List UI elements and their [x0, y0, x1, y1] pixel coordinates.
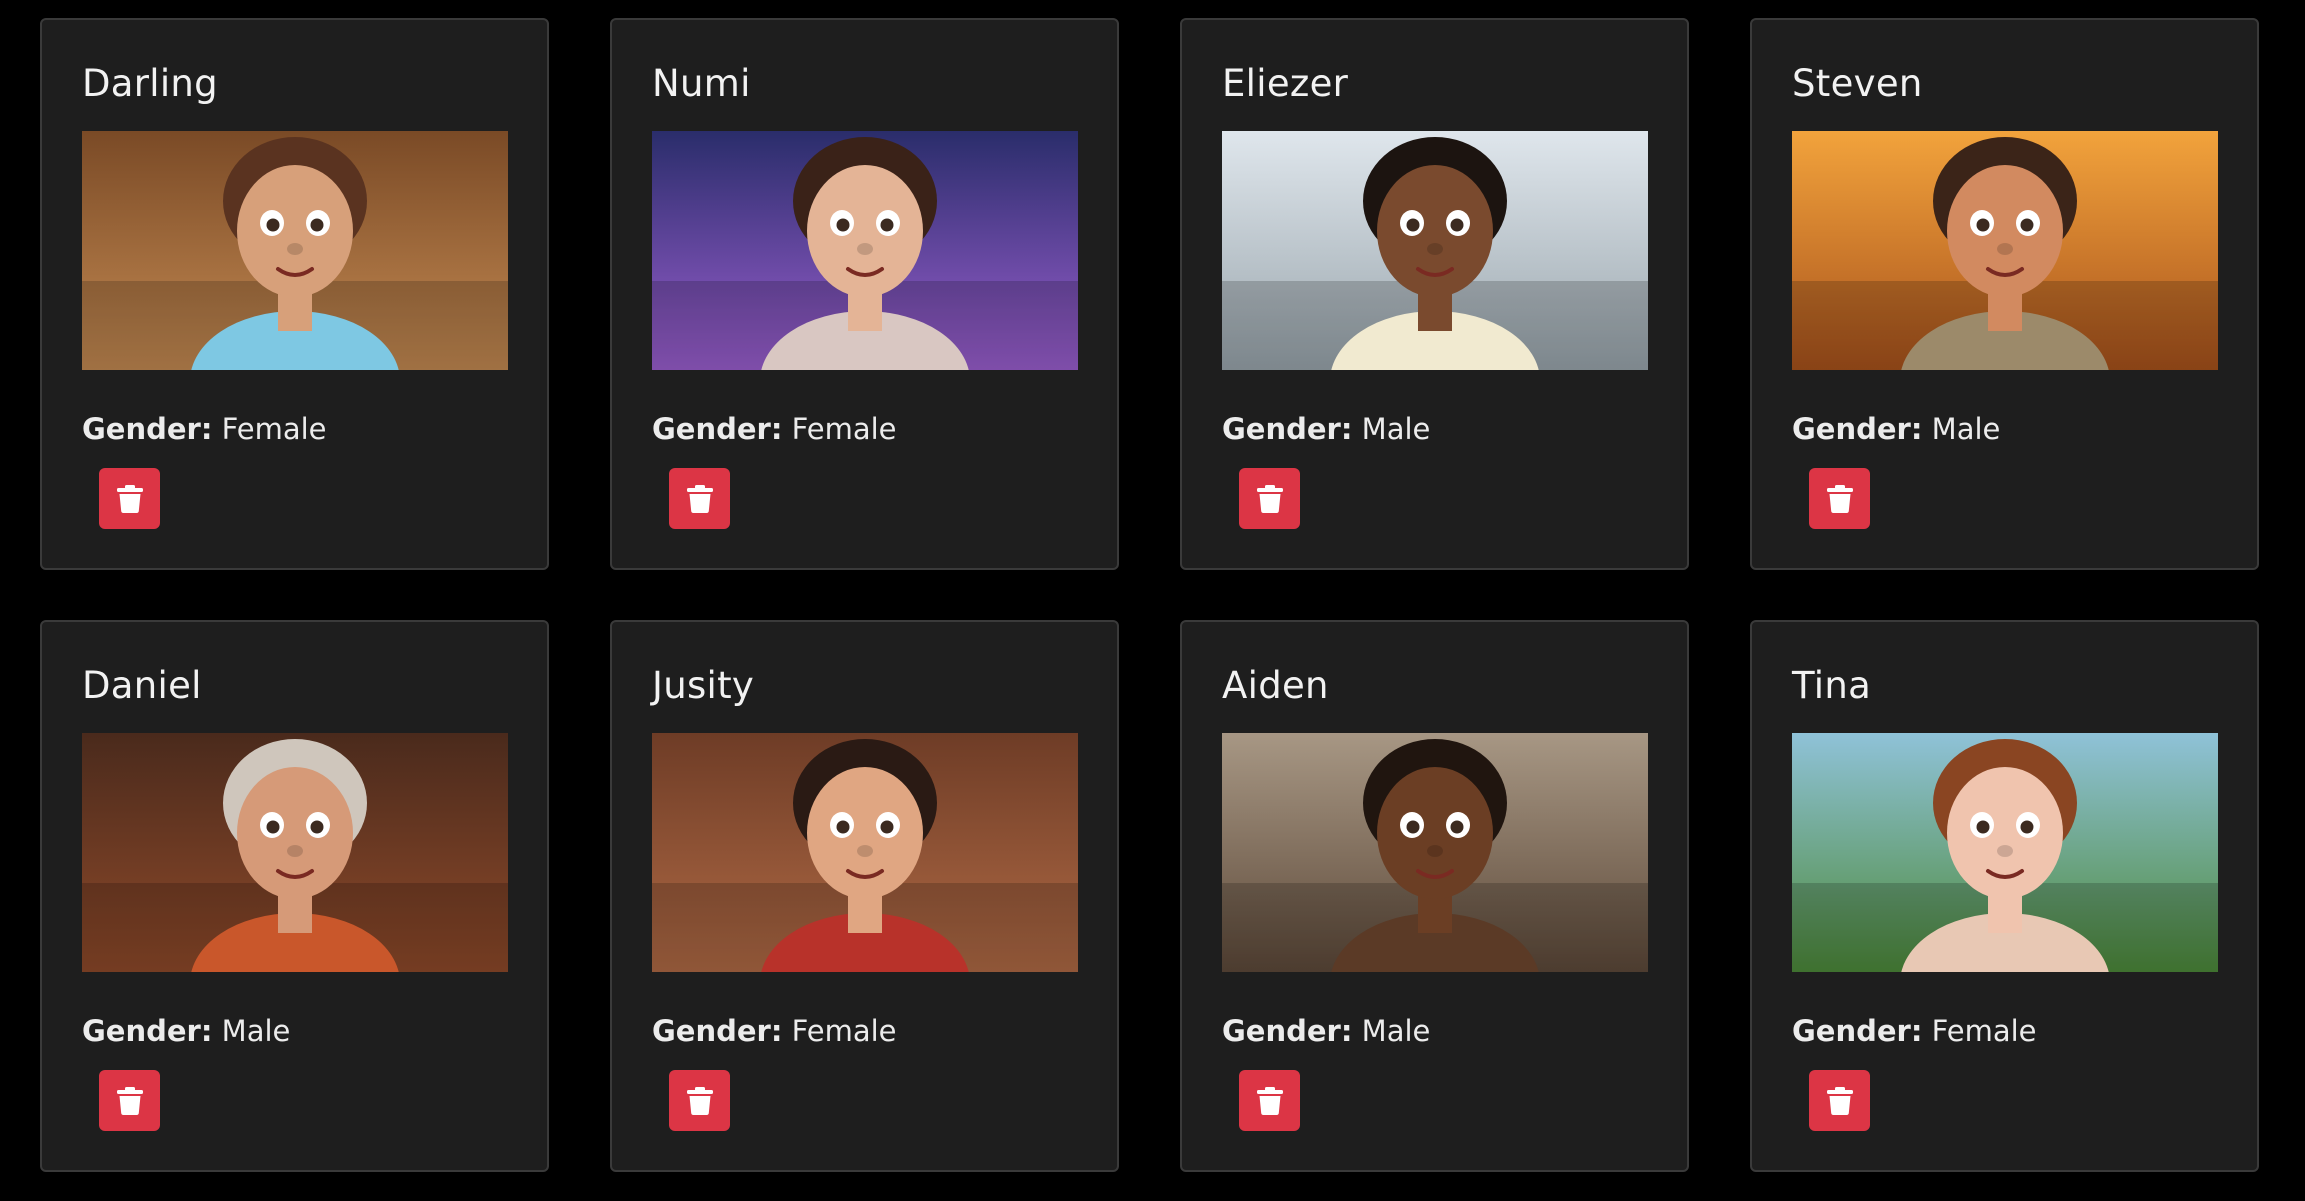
character-thumbnail	[1792, 733, 2218, 972]
delete-button[interactable]	[99, 468, 160, 529]
trash-icon	[1826, 1086, 1853, 1115]
gender-label: Gender:	[1792, 1014, 1923, 1048]
gender-value: Female	[1931, 1014, 2037, 1048]
character-grid: Darling Gender: Female Numi Gender: Fema…	[40, 18, 2260, 1172]
character-card-tina: Tina Gender: Female	[1750, 620, 2259, 1172]
delete-button[interactable]	[669, 468, 730, 529]
character-name: Jusity	[652, 664, 755, 707]
gender-value: Female	[791, 412, 897, 446]
character-card-aiden: Aiden Gender: Male	[1180, 620, 1689, 1172]
character-card-darling: Darling Gender: Female	[40, 18, 549, 570]
character-gender: Gender: Male	[82, 1014, 290, 1048]
character-thumbnail	[1222, 131, 1648, 370]
character-gender: Gender: Female	[1792, 1014, 2037, 1048]
gender-label: Gender:	[1222, 412, 1353, 446]
trash-icon	[116, 484, 143, 513]
character-name: Tina	[1792, 664, 1872, 707]
gender-value: Male	[221, 1014, 291, 1048]
delete-button[interactable]	[1239, 468, 1300, 529]
gender-label: Gender:	[82, 1014, 213, 1048]
character-portrait	[1792, 733, 2218, 972]
delete-button[interactable]	[669, 1070, 730, 1131]
trash-icon	[686, 1086, 713, 1115]
character-gender: Gender: Female	[652, 1014, 897, 1048]
character-gender: Gender: Male	[1792, 412, 2000, 446]
gender-value: Male	[1361, 1014, 1431, 1048]
character-name: Steven	[1792, 62, 1923, 105]
character-portrait	[82, 131, 508, 370]
character-name: Daniel	[82, 664, 202, 707]
character-name: Darling	[82, 62, 218, 105]
character-name: Eliezer	[1222, 62, 1349, 105]
character-gender: Gender: Male	[1222, 1014, 1430, 1048]
character-thumbnail	[652, 733, 1078, 972]
character-portrait	[82, 733, 508, 972]
character-card-daniel: Daniel Gender: Male	[40, 620, 549, 1172]
character-portrait	[1222, 733, 1648, 972]
character-thumbnail	[1222, 733, 1648, 972]
character-gender: Gender: Male	[1222, 412, 1430, 446]
character-gender: Gender: Female	[652, 412, 897, 446]
character-portrait	[652, 131, 1078, 370]
gender-value: Female	[791, 1014, 897, 1048]
gender-label: Gender:	[82, 412, 213, 446]
character-thumbnail	[1792, 131, 2218, 370]
character-name: Numi	[652, 62, 751, 105]
gender-value: Male	[1931, 412, 2001, 446]
gender-label: Gender:	[652, 412, 783, 446]
gender-label: Gender:	[1222, 1014, 1353, 1048]
character-thumbnail	[82, 733, 508, 972]
gender-value: Male	[1361, 412, 1431, 446]
delete-button[interactable]	[1809, 468, 1870, 529]
character-card-eliezer: Eliezer Gender: Male	[1180, 18, 1689, 570]
character-thumbnail	[82, 131, 508, 370]
character-portrait	[1222, 131, 1648, 370]
trash-icon	[1256, 484, 1283, 513]
gender-label: Gender:	[652, 1014, 783, 1048]
character-thumbnail	[652, 131, 1078, 370]
character-card-jusity: Jusity Gender: Female	[610, 620, 1119, 1172]
character-name: Aiden	[1222, 664, 1329, 707]
character-card-numi: Numi Gender: Female	[610, 18, 1119, 570]
character-portrait	[1792, 131, 2218, 370]
trash-icon	[116, 1086, 143, 1115]
character-card-steven: Steven Gender: Male	[1750, 18, 2259, 570]
delete-button[interactable]	[1809, 1070, 1870, 1131]
character-gender: Gender: Female	[82, 412, 327, 446]
delete-button[interactable]	[1239, 1070, 1300, 1131]
delete-button[interactable]	[99, 1070, 160, 1131]
gender-value: Female	[221, 412, 327, 446]
trash-icon	[686, 484, 713, 513]
gender-label: Gender:	[1792, 412, 1923, 446]
trash-icon	[1826, 484, 1853, 513]
character-portrait	[652, 733, 1078, 972]
trash-icon	[1256, 1086, 1283, 1115]
